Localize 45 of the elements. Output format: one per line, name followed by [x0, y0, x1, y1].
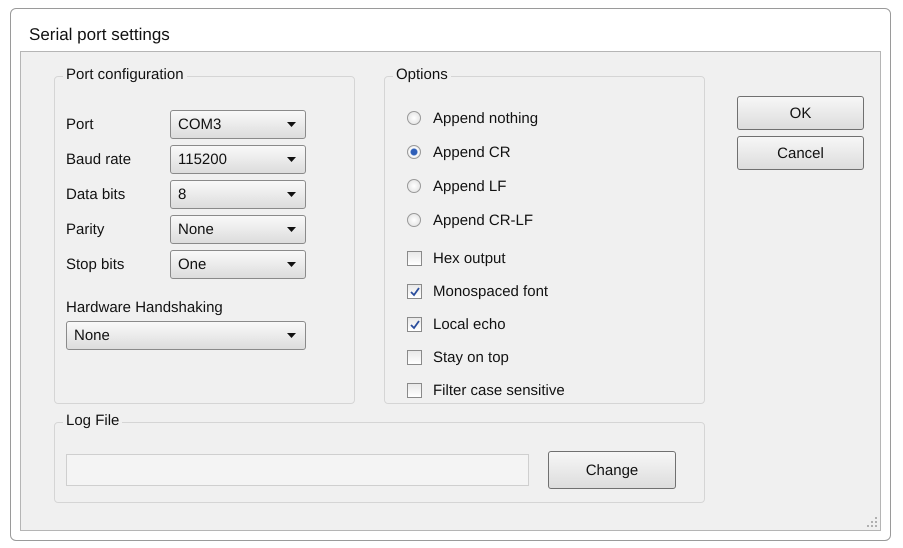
resize-grip-icon[interactable] — [867, 517, 877, 527]
window-title: Serial port settings — [28, 24, 171, 46]
checkbox[interactable] — [407, 284, 422, 299]
option-label: Append nothing — [433, 110, 538, 126]
option-label: Local echo — [433, 316, 506, 333]
group-title: Log File — [63, 412, 122, 429]
group-title: Options — [393, 66, 451, 83]
option-label: Filter case sensitive — [433, 382, 565, 399]
checkbox[interactable] — [407, 350, 422, 365]
checkbox[interactable] — [407, 383, 422, 398]
radio-button[interactable] — [407, 213, 421, 227]
dropdown[interactable]: One — [170, 250, 306, 279]
option-label: Append CR — [433, 144, 511, 160]
dropdown[interactable]: 115200 — [170, 145, 306, 174]
option-label: Monospaced font — [433, 283, 548, 300]
caret-icon — [287, 333, 296, 338]
field-label: Data bits — [66, 186, 126, 203]
log-file-field[interactable] — [66, 454, 529, 486]
cancel-button[interactable]: Cancel — [737, 136, 864, 170]
checkbox[interactable] — [407, 317, 422, 332]
dropdown[interactable]: None — [66, 321, 306, 350]
option-label: Stay on top — [433, 349, 509, 366]
radio-button[interactable] — [407, 111, 421, 125]
ok-button[interactable]: OK — [737, 96, 864, 130]
option-label: Append LF — [433, 178, 506, 194]
field-label: Hardware Handshaking — [66, 299, 224, 316]
dropdown[interactable]: COM3 — [170, 110, 306, 139]
option-label: Hex output — [433, 250, 506, 267]
checkbox[interactable] — [407, 251, 422, 266]
field-label: Parity — [66, 221, 106, 238]
field-label: Baud rate — [66, 151, 132, 168]
caret-icon — [287, 192, 296, 197]
group-title: Port configuration — [63, 66, 187, 83]
radio-button[interactable] — [407, 145, 421, 159]
caret-icon — [287, 157, 296, 162]
radio-button[interactable] — [407, 179, 421, 193]
dropdown[interactable]: None — [170, 215, 306, 244]
caret-icon — [287, 262, 296, 267]
option-label: Append CR-LF — [433, 212, 534, 228]
field-label: Port — [66, 116, 95, 133]
caret-icon — [287, 227, 296, 232]
dropdown[interactable]: 8 — [170, 180, 306, 209]
change-button[interactable]: Change — [548, 451, 676, 489]
field-label: Stop bits — [66, 256, 126, 273]
caret-icon — [287, 122, 296, 127]
